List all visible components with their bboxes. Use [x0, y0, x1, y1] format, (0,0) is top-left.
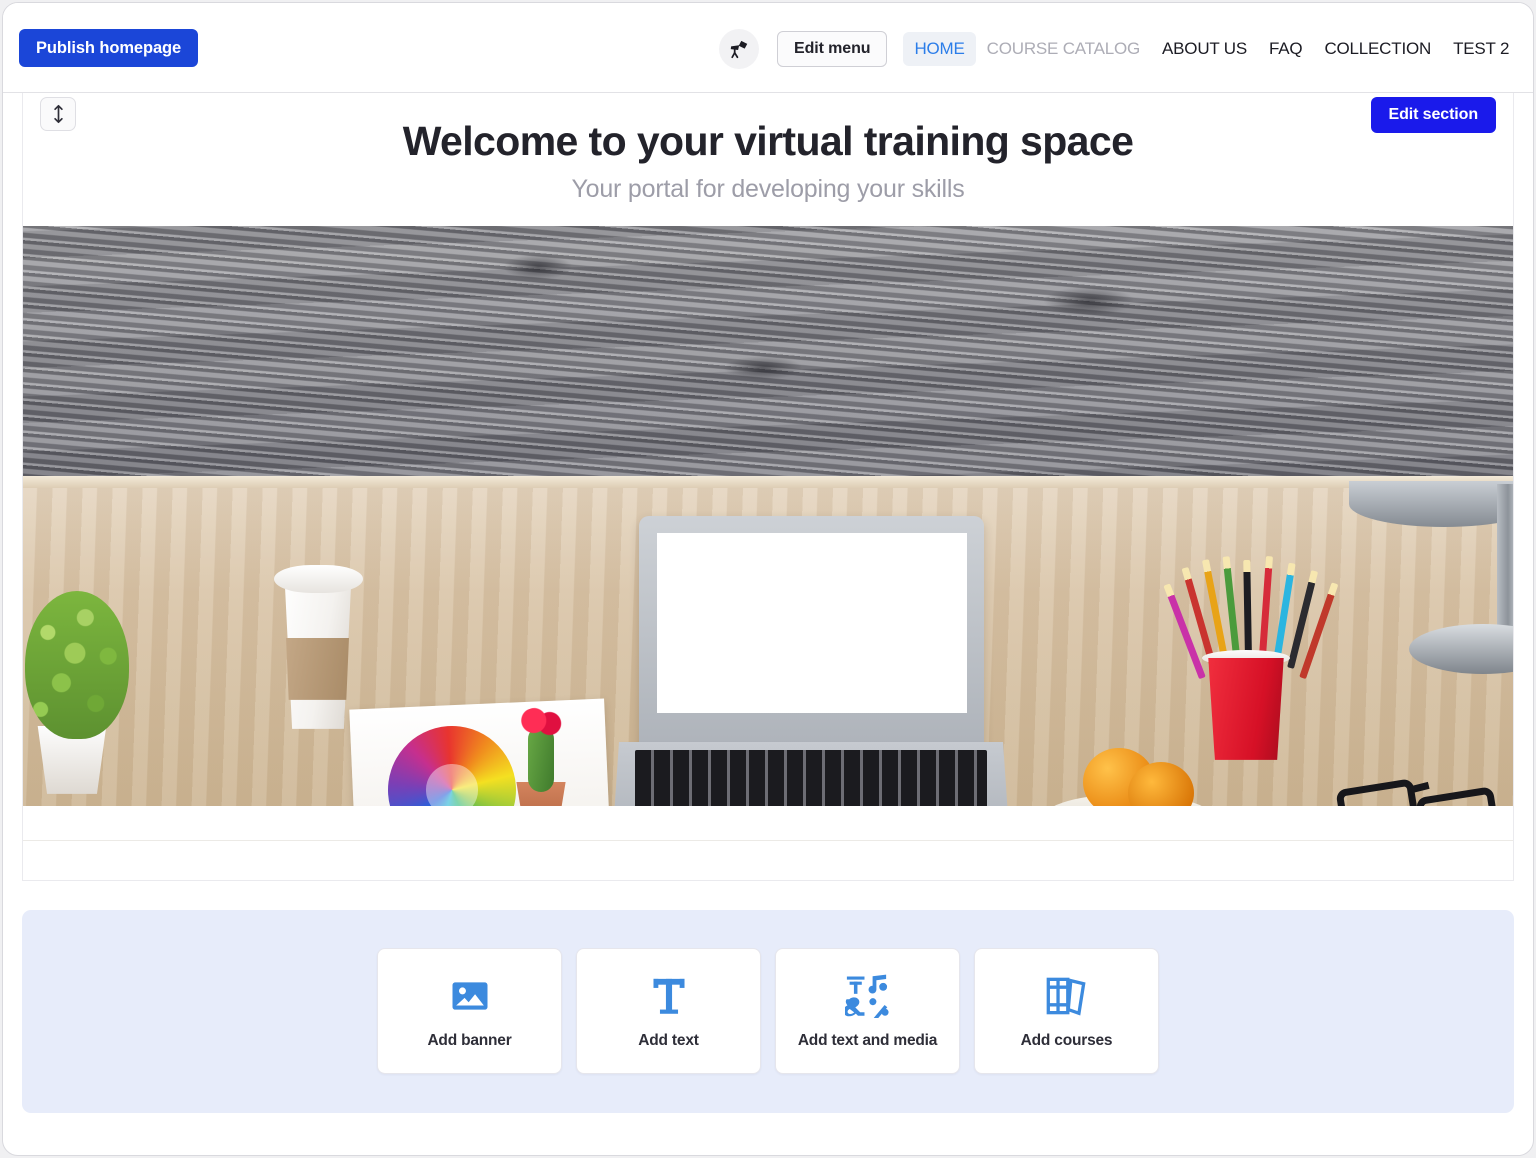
add-courses-label: Add courses [1020, 1031, 1113, 1049]
desk-edge [23, 475, 1513, 488]
hero-header: Welcome to your virtual training space Y… [23, 93, 1513, 226]
wood-knot [1043, 285, 1135, 316]
app-frame: Publish homepage Edit menu HOME COURSE C… [2, 2, 1534, 1156]
nav-item-collection[interactable]: COLLECTION [1313, 32, 1442, 66]
add-text-and-media-label: Add text and media [797, 1031, 938, 1049]
add-text-card[interactable]: Add text [576, 948, 761, 1075]
image-icon [449, 973, 491, 1019]
pencil-cup [1208, 657, 1284, 760]
edit-section-button[interactable]: Edit section [1370, 97, 1496, 133]
section-spacer-upper [23, 805, 1513, 840]
books-icon [1045, 973, 1089, 1019]
publish-homepage-button[interactable]: Publish homepage [19, 29, 199, 67]
vertical-resize-icon[interactable] [40, 97, 76, 131]
text-t-icon [649, 973, 689, 1019]
add-banner-card[interactable]: Add banner [377, 948, 562, 1075]
laptop-keyboard [635, 749, 987, 806]
wood-knot [723, 355, 803, 380]
hero-image[interactable] [23, 225, 1513, 806]
page-subtitle: Your portal for developing your skills [571, 174, 965, 203]
wood-knot [503, 253, 573, 280]
cactus-flower [517, 706, 565, 737]
nav-item-test-2[interactable]: TEST 2 [1442, 32, 1520, 66]
edit-menu-button[interactable]: Edit menu [777, 31, 888, 67]
site-nav: HOME COURSE CATALOG ABOUT US FAQ COLLECT… [903, 32, 1520, 66]
section-spacer-lower [23, 839, 1513, 880]
add-text-and-media-card[interactable]: Add text and media [775, 948, 960, 1075]
coffee-cup-lid [274, 564, 363, 593]
nav-cluster: Edit menu HOME COURSE CATALOG ABOUT US F… [719, 29, 1520, 69]
top-toolbar: Publish homepage Edit menu HOME COURSE C… [3, 3, 1533, 93]
add-block-panel: Add banner Add text Add text and media A… [22, 909, 1514, 1113]
coffee-cup-sleeve [286, 637, 349, 700]
nav-item-course-catalog[interactable]: COURSE CATALOG [976, 32, 1151, 66]
add-banner-label: Add banner [427, 1031, 512, 1049]
telescope-icon[interactable] [719, 29, 759, 69]
hero-section[interactable]: Welcome to your virtual training space Y… [22, 93, 1514, 881]
wood-wall-background [23, 225, 1513, 481]
add-courses-card[interactable]: Add courses [974, 948, 1159, 1075]
laptop-screen [657, 532, 967, 713]
nav-item-home[interactable]: HOME [903, 32, 976, 66]
add-text-label: Add text [638, 1031, 699, 1049]
text-and-media-icon [844, 973, 891, 1019]
nav-item-faq[interactable]: FAQ [1258, 32, 1313, 66]
nav-item-about-us[interactable]: ABOUT US [1151, 32, 1258, 66]
page-title: Welcome to your virtual training space [402, 118, 1134, 164]
plant-foliage [25, 590, 129, 739]
